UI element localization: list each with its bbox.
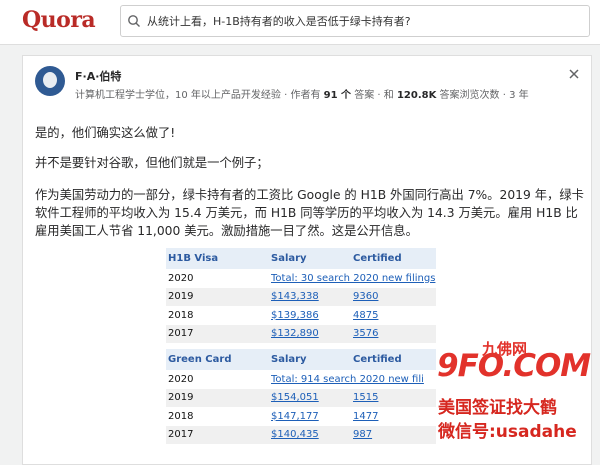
salary-link[interactable]: $132,890 xyxy=(271,328,353,339)
year-cell: 2017 xyxy=(168,328,194,340)
watermark-line-1: 美国签证找大鹤 xyxy=(438,398,557,418)
h1b-header-salary: Salary xyxy=(271,253,307,264)
certified-link[interactable]: 1515 xyxy=(353,392,436,403)
cred-prefix: 计算机工程学士学位，10 年以上产品开发经验 · 作者有 xyxy=(75,90,321,101)
answer-paragraph-3: 作为美国劳动力的一部分，绿卡持有者的工资比 Google 的 H1B 外国同行高… xyxy=(35,188,584,238)
salary-table-image: H1B Visa Salary Certified 2020 Total: 30… xyxy=(166,248,436,444)
h1b-header-row: H1B Visa Salary Certified xyxy=(166,248,436,269)
answers-word: 答案 · 和 xyxy=(354,90,394,101)
watermark-logo: 九佛网 9FO.COM xyxy=(437,338,592,384)
year-cell: 2017 xyxy=(168,429,194,441)
salary-link[interactable]: $140,435 xyxy=(271,429,353,440)
author-name[interactable]: F·A·伯特 xyxy=(75,68,121,84)
h1b-header-visa: H1B Visa xyxy=(168,253,219,264)
certified-link[interactable]: 9360 xyxy=(353,291,436,302)
table-row: 2019 $154,051 1515 xyxy=(166,388,436,407)
gc-header-certified: Certified xyxy=(353,354,402,365)
answer-paragraph-1: 是的，他们确实这么做了! xyxy=(35,126,176,140)
salary-link[interactable]: $139,386 xyxy=(271,310,353,321)
views-word: 答案浏览次数 · 3 年 xyxy=(439,90,529,101)
salary-link[interactable]: $147,177 xyxy=(271,411,353,422)
close-icon[interactable] xyxy=(568,68,580,80)
table-row: 2020 Total: 914 search 2020 new fili xyxy=(166,370,436,389)
avatar[interactable] xyxy=(35,66,65,96)
top-bar: Quora 从统计上看，H-1B持有者的收入是否低于绿卡持有者? xyxy=(0,0,600,45)
table-row: 2020 Total: 30 search 2020 new filings xyxy=(166,269,436,288)
certified-link[interactable]: 4875 xyxy=(353,310,436,321)
watermark-line-2: 微信号:usadahe xyxy=(438,422,577,442)
search-input[interactable]: 从统计上看，H-1B持有者的收入是否低于绿卡持有者? xyxy=(120,5,590,37)
year-cell: 2019 xyxy=(168,291,194,303)
table-row: 2018 $147,177 1477 xyxy=(166,407,436,426)
year-cell: 2019 xyxy=(168,392,194,404)
year-cell: 2020 xyxy=(168,272,194,284)
total-link[interactable]: Total: 914 search 2020 new fili xyxy=(271,374,436,385)
year-cell: 2020 xyxy=(168,373,194,385)
table-row: 2019 $143,338 9360 xyxy=(166,287,436,306)
gc-header-salary: Salary xyxy=(271,354,307,365)
salary-link[interactable]: $143,338 xyxy=(271,291,353,302)
quora-logo[interactable]: Quora xyxy=(22,7,96,33)
table-row: 2018 $139,386 4875 xyxy=(166,306,436,325)
h1b-header-certified: Certified xyxy=(353,253,402,264)
answer-paragraph-2: 并不是要针对谷歌，但他们就是一个例子； xyxy=(35,156,269,170)
watermark-main-text: 9FO.COM xyxy=(437,348,591,384)
certified-link[interactable]: 987 xyxy=(353,429,436,440)
certified-link[interactable]: 3576 xyxy=(353,328,436,339)
certified-link[interactable]: 1477 xyxy=(353,411,436,422)
salary-link[interactable]: $154,051 xyxy=(271,392,353,403)
views-count: 120.8K xyxy=(396,90,437,101)
answers-count: 91 个 xyxy=(323,90,352,101)
search-icon xyxy=(128,15,140,27)
author-credentials: 计算机工程学士学位，10 年以上产品开发经验 · 作者有 91 个 答案 · 和… xyxy=(75,86,529,101)
year-cell: 2018 xyxy=(168,410,194,422)
gc-header-card: Green Card xyxy=(168,354,232,365)
search-query-text: 从统计上看，H-1B持有者的收入是否低于绿卡持有者? xyxy=(147,15,411,28)
table-row: 2017 $140,435 987 xyxy=(166,425,436,444)
year-cell: 2018 xyxy=(168,309,194,321)
table-row: 2017 $132,890 3576 xyxy=(166,324,436,343)
gc-header-row: Green Card Salary Certified xyxy=(166,349,436,370)
total-link[interactable]: Total: 30 search 2020 new filings xyxy=(271,273,436,284)
